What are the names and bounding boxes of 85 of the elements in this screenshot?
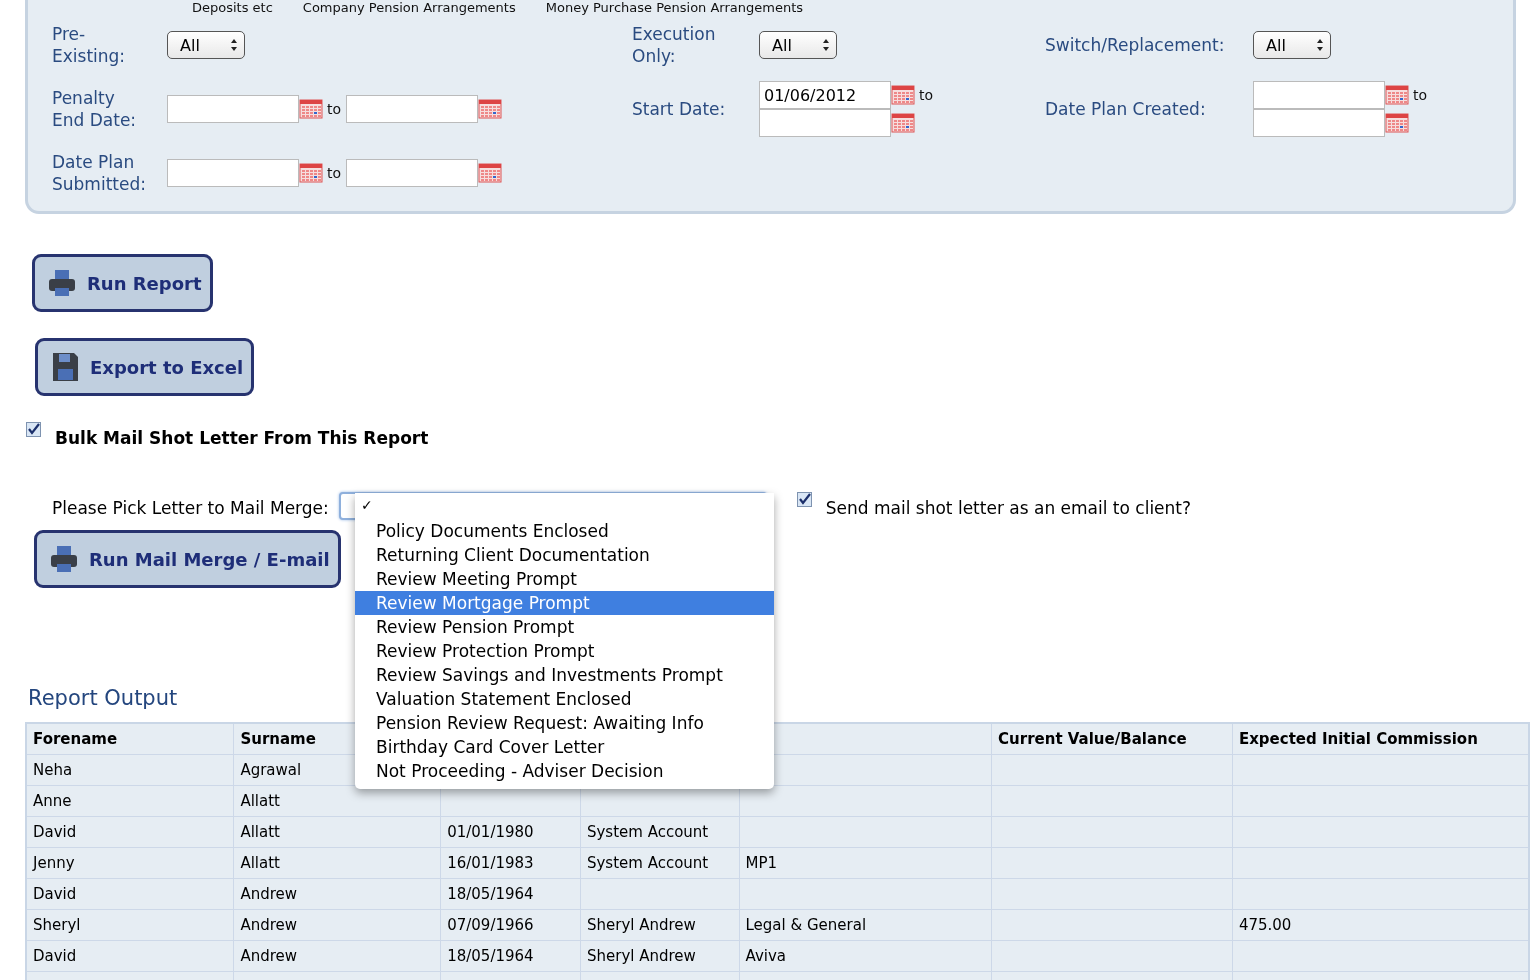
table-cell: 18/05/1964 xyxy=(440,940,581,971)
column-header: Expected Initial Commission xyxy=(1232,723,1529,754)
table-cell: Allatt xyxy=(233,847,441,878)
table-cell: 07/09/1966 xyxy=(440,909,581,940)
table-cell: Allatt xyxy=(233,816,441,847)
section-title: Report Output xyxy=(28,686,178,710)
printer-icon xyxy=(47,268,77,298)
table-cell: Andrew xyxy=(233,878,441,909)
table-cell: David xyxy=(26,816,234,847)
column-header: Current Value/Balance xyxy=(991,723,1233,754)
menu-option[interactable]: Policy Documents Enclosed xyxy=(355,519,774,543)
table-cell: Legal & General xyxy=(739,909,992,940)
calendar-icon[interactable] xyxy=(299,163,323,183)
table-cell: 18/05/1964 xyxy=(440,878,581,909)
option-label: Deposits etc xyxy=(192,0,273,15)
menu-option[interactable]: Review Savings and Investments Prompt xyxy=(355,663,774,687)
table-cell: Sheryl xyxy=(26,909,234,940)
table-cell: 16/01/1983 xyxy=(440,847,581,878)
select-field[interactable]: All xyxy=(759,31,837,59)
option-label: Company Pension Arrangements xyxy=(302,0,516,15)
table-cell: System Account xyxy=(580,847,740,878)
up-down-arrows-icon xyxy=(230,38,238,52)
table-cell: Anne xyxy=(26,785,234,816)
menu-option[interactable]: Review Pension Prompt xyxy=(355,615,774,639)
date-field[interactable]: 01/06/2012 xyxy=(759,81,891,109)
checkbox[interactable] xyxy=(796,492,812,507)
to-label: to xyxy=(1413,87,1428,103)
field-label: Penalty End Date: xyxy=(52,87,138,131)
table-cell: David xyxy=(26,878,234,909)
column-header: Forename xyxy=(26,723,234,754)
field-label: Execution Only: xyxy=(632,23,717,67)
table-cell: System Account xyxy=(580,816,740,847)
checkbox-label: Send mail shot letter as an email to client? xyxy=(825,497,1192,518)
check-mark: ✓ xyxy=(361,497,373,513)
date-field[interactable] xyxy=(346,95,479,123)
action-button[interactable]: Export to Excel xyxy=(35,338,255,396)
field-label: Switch/Replacement: xyxy=(1045,34,1226,56)
checkbox[interactable] xyxy=(26,422,41,437)
select-field[interactable]: All xyxy=(167,31,245,59)
checkbox-label: Bulk Mail Shot Letter From This Report xyxy=(55,427,429,448)
up-down-arrows-icon xyxy=(822,38,830,52)
calendar-icon[interactable] xyxy=(478,163,503,183)
table-cell: Andrew xyxy=(233,940,441,971)
to-label: to xyxy=(919,87,934,103)
select-field[interactable]: All xyxy=(1253,31,1331,59)
table-cell: Allatt xyxy=(233,785,441,816)
table-cell: David xyxy=(26,940,234,971)
field-label: Start Date: xyxy=(632,98,727,120)
table-cell: 475.00 xyxy=(1232,909,1529,940)
up-down-arrows-icon xyxy=(1316,38,1324,52)
table-cell: MP1 xyxy=(739,847,992,878)
field-label: Pre- Existing: xyxy=(52,23,127,67)
table-cell: Jenny xyxy=(26,847,234,878)
date-field[interactable] xyxy=(167,159,299,187)
menu-option[interactable]: Review Protection Prompt xyxy=(355,639,774,663)
field-label: Date Plan Created: xyxy=(1045,98,1207,120)
date-field[interactable] xyxy=(1253,109,1385,137)
calendar-icon[interactable] xyxy=(299,99,323,119)
option-label: Money Purchase Pension Arrangements xyxy=(545,0,804,15)
menu-option[interactable]: Valuation Statement Enclosed xyxy=(355,687,774,711)
date-field[interactable] xyxy=(759,109,891,137)
calendar-icon[interactable] xyxy=(891,113,915,133)
table-cell: 01/01/1980 xyxy=(440,816,581,847)
menu-option[interactable]: Review Meeting Prompt xyxy=(355,567,774,591)
to-label: to xyxy=(327,165,342,181)
date-field[interactable] xyxy=(167,95,299,123)
calendar-icon[interactable] xyxy=(891,85,915,105)
calendar-icon[interactable] xyxy=(1385,85,1409,105)
calendar-icon[interactable] xyxy=(1385,113,1409,133)
menu-option[interactable]: Returning Client Documentation xyxy=(355,543,774,567)
printer-icon xyxy=(49,544,79,574)
menu-option[interactable]: Review Mortgage Prompt xyxy=(355,591,774,615)
calendar-icon[interactable] xyxy=(478,99,503,119)
table-cell: Sheryl Andrew xyxy=(580,909,740,940)
table-cell: Sheryl Andrew xyxy=(580,940,740,971)
field-label: Please Pick Letter to Mail Merge: xyxy=(52,498,329,518)
action-button[interactable]: Run Mail Merge / E-mail xyxy=(34,530,341,588)
action-button[interactable]: Run Report xyxy=(32,254,213,312)
date-field[interactable] xyxy=(346,159,479,187)
to-label: to xyxy=(327,101,342,117)
date-field[interactable] xyxy=(1253,81,1385,109)
table-cell: Aviva xyxy=(739,940,992,971)
table-cell: Neha xyxy=(26,754,234,785)
field-label: Date Plan Submitted: xyxy=(52,151,147,195)
table-cell: Andrew xyxy=(233,909,441,940)
